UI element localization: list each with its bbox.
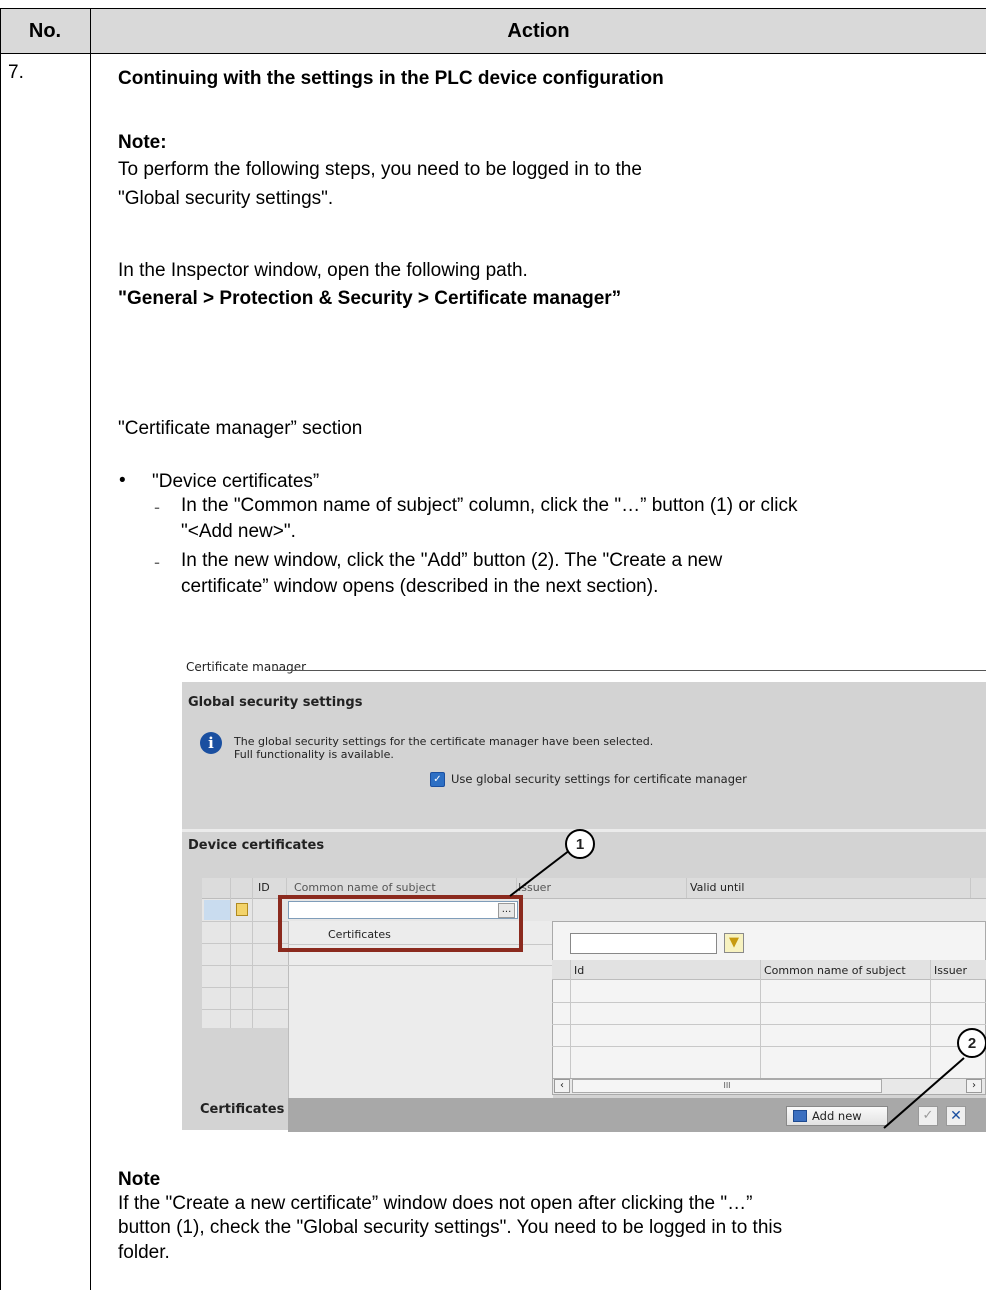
note-label: Note: [118, 132, 167, 153]
note-line-1: To perform the following steps, you need… [118, 159, 642, 180]
dash-1: - [154, 497, 160, 517]
sub-item-1-line-1: In the "Common name of subject” column, … [181, 495, 798, 516]
bullet-label: "Device certificates” [152, 471, 320, 492]
inspector-text: In the Inspector window, open the follow… [118, 260, 528, 281]
step-title: Continuing with the settings in the PLC … [118, 68, 664, 89]
column-divider [90, 8, 91, 1290]
header-action: Action [91, 9, 986, 53]
header-bottom-border [0, 53, 986, 54]
settings-path: "General > Protection & Security > Certi… [118, 288, 622, 309]
section-text: "Certificate manager” section [118, 418, 363, 439]
header-no: No. [0, 9, 90, 53]
note-line-2: "Global security settings". [118, 188, 334, 209]
callout-marker-1: 1 [565, 829, 595, 859]
dash-2: - [154, 552, 160, 572]
bullet-icon: • [119, 470, 126, 491]
step-number: 7. [8, 62, 24, 83]
note2-line-2: button (1), check the "Global security s… [118, 1217, 783, 1238]
certificate-manager-screenshot: Certificate manager Global security sett… [180, 658, 986, 1136]
callout-lines [509, 849, 965, 1129]
note2-line-1: If the "Create a new certificate” window… [118, 1193, 753, 1214]
sub-item-2-line-1: In the new window, click the "Add” butto… [181, 550, 723, 571]
sub-item-2-line-2: certificate” window opens (described in … [181, 576, 659, 597]
note2-line-3: folder. [118, 1242, 170, 1263]
table-left-border [0, 8, 1, 1290]
callout-marker-2: 2 [957, 1028, 986, 1058]
note2-label: Note [118, 1169, 161, 1190]
sub-item-1-line-2: "<Add new>". [181, 521, 296, 542]
